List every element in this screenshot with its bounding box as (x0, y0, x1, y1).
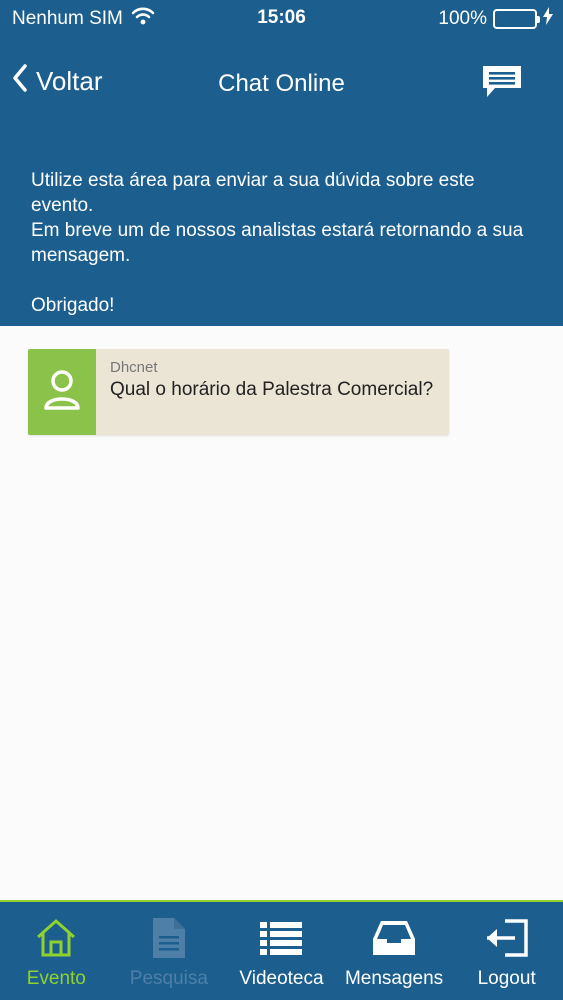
tab-mensagens[interactable]: Mensagens (338, 902, 451, 1000)
battery-percent: 100% (438, 8, 487, 29)
intro-text: Utilize esta área para enviar a sua dúvi… (31, 168, 541, 318)
tab-label: Mensagens (344, 968, 444, 989)
navigation-bar: Voltar Chat Online (0, 50, 563, 112)
charging-icon (543, 7, 553, 31)
tab-logout[interactable]: Logout (450, 902, 563, 1000)
status-bar: Nenhum SIM 15:06 100% (0, 0, 563, 38)
chat-message[interactable]: Dhcnet Qual o horário da Palestra Comerc… (28, 349, 449, 435)
tab-bar: Evento Pesquisa Videoteca Mensagens Logo… (0, 900, 563, 1000)
user-icon (43, 369, 81, 416)
intro-thanks: Obrigado! (31, 295, 115, 316)
inbox-icon (372, 916, 416, 960)
tab-pesquisa[interactable]: Pesquisa (113, 902, 226, 1000)
document-icon (152, 916, 186, 960)
new-message-button[interactable] (481, 64, 523, 105)
header-area: Nenhum SIM 15:06 100% Voltar Chat Online… (0, 0, 563, 326)
intro-line-2: Em breve um de nossos analistas estará r… (31, 220, 524, 266)
avatar (28, 349, 96, 435)
message-sender: Dhcnet (110, 359, 158, 376)
list-icon (259, 916, 303, 960)
battery-icon (493, 9, 540, 29)
logout-icon (485, 916, 529, 960)
tab-videoteca[interactable]: Videoteca (225, 902, 338, 1000)
message-text: Qual o horário da Palestra Comercial? (110, 379, 434, 400)
tab-evento[interactable]: Evento (0, 902, 113, 1000)
home-icon (35, 916, 77, 960)
page-title: Chat Online (218, 70, 345, 97)
tab-label: Videoteca (239, 968, 324, 989)
tab-label: Pesquisa (129, 968, 208, 989)
intro-line-1: Utilize esta área para enviar a sua dúvi… (31, 170, 475, 216)
tab-label: Evento (26, 968, 86, 989)
chat-bubble-icon (481, 66, 523, 104)
tab-label: Logout (477, 968, 536, 989)
